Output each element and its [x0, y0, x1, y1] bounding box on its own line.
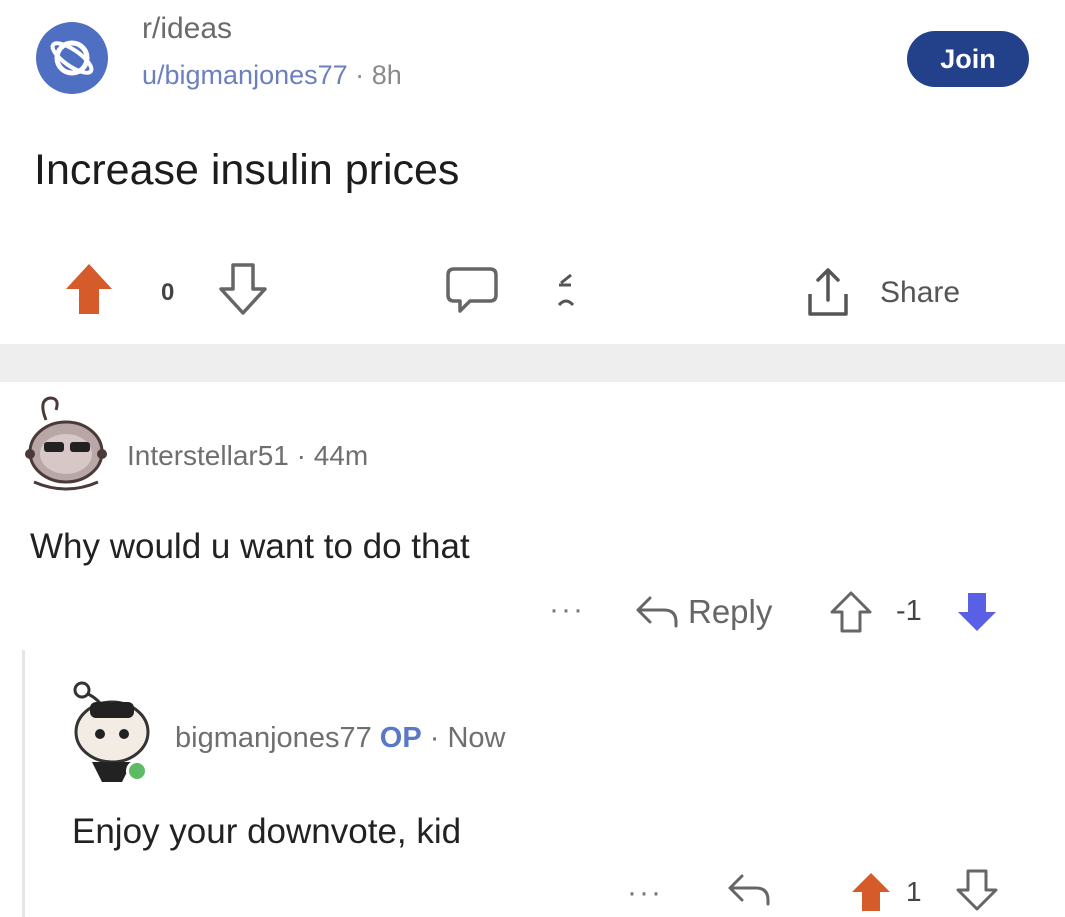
share-button[interactable]: Share: [880, 276, 960, 310]
downvote-icon[interactable]: [955, 868, 999, 912]
comment-body: Enjoy your downvote, kid: [72, 812, 462, 851]
meta-separator: ·: [296, 440, 306, 471]
comment-score: -1: [896, 595, 922, 627]
comment-author[interactable]: bigmanjones77: [175, 722, 372, 754]
upvote-icon[interactable]: [64, 262, 114, 316]
downvote-icon[interactable]: [955, 590, 999, 634]
planet-icon: [50, 40, 94, 76]
reply-button[interactable]: Reply: [688, 593, 772, 631]
section-divider: [0, 344, 1065, 382]
downvote-icon[interactable]: [218, 262, 268, 316]
share-icon[interactable]: [800, 264, 856, 320]
comment-meta: Interstellar51 · 44m: [127, 440, 368, 472]
join-button[interactable]: Join: [907, 31, 1029, 87]
comment-author[interactable]: Interstellar51: [127, 440, 289, 471]
commenter-avatar[interactable]: [16, 392, 116, 502]
comment-score: 1: [906, 876, 922, 907]
meta-separator: ·: [355, 60, 365, 90]
online-status-dot: [126, 760, 148, 782]
post-meta: u/bigmanjones77 · 8h: [142, 60, 402, 91]
reply-icon[interactable]: [634, 592, 680, 630]
meta-separator: ·: [429, 722, 440, 754]
comment-meta: bigmanjones77 OP · Now: [175, 722, 505, 755]
comment-icon[interactable]: [444, 265, 500, 315]
post-author[interactable]: u/bigmanjones77: [142, 60, 348, 90]
op-badge: OP: [379, 722, 422, 754]
comment-age: 44m: [313, 440, 369, 471]
subreddit-avatar[interactable]: [36, 22, 108, 94]
award-icon[interactable]: [553, 271, 581, 311]
comment-body: Why would u want to do that: [30, 527, 470, 566]
subreddit-name[interactable]: r/ideas: [142, 12, 232, 46]
more-icon[interactable]: ···: [549, 593, 585, 627]
post-age: 8h: [371, 60, 402, 90]
post-score: 0: [161, 279, 175, 306]
upvote-icon[interactable]: [849, 870, 893, 914]
upvote-icon[interactable]: [829, 590, 873, 634]
post-title[interactable]: Increase insulin prices: [34, 146, 459, 195]
thread-line[interactable]: [22, 650, 25, 917]
comment-age: Now: [447, 722, 506, 754]
reply-icon[interactable]: [726, 870, 772, 908]
more-icon[interactable]: ···: [627, 876, 663, 910]
